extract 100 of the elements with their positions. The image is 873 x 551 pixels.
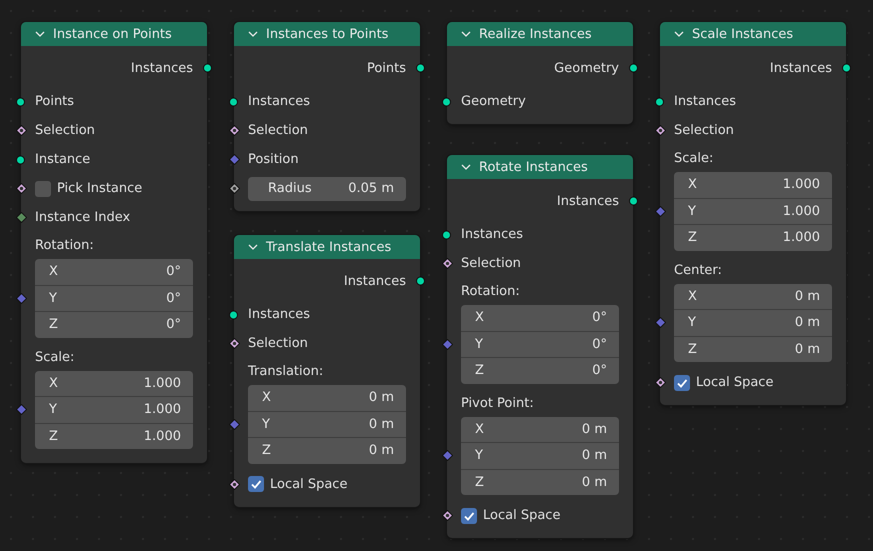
diamond-socket-icon[interactable] (16, 212, 26, 223)
diamond-socket-icon[interactable] (442, 338, 452, 350)
number-field[interactable]: Z 0° (461, 358, 619, 384)
diamond-socket-icon[interactable] (16, 125, 26, 136)
node-header[interactable]: Instances to Points (234, 22, 420, 46)
checkbox-label: Local Space (270, 476, 348, 492)
diamond-socket-icon[interactable] (228, 183, 240, 194)
diamond-socket-icon[interactable] (654, 206, 666, 217)
diamond-socket-icon[interactable] (442, 258, 452, 269)
number-field[interactable]: Y 0° (35, 286, 193, 311)
number-field[interactable]: Y 0 m (461, 443, 619, 468)
socket-label: Instances (248, 307, 310, 322)
diamond-socket-icon[interactable] (228, 478, 240, 490)
number-field[interactable]: Y 1.000 (35, 397, 193, 422)
socket-label: Instances (461, 227, 524, 242)
circle-socket-icon[interactable] (842, 64, 851, 72)
number-field[interactable]: Y 1.000 (674, 198, 832, 224)
chevron-down-icon[interactable] (248, 244, 258, 250)
node-header[interactable]: Scale Instances (660, 22, 846, 46)
chevron-down-icon[interactable] (248, 31, 258, 37)
checkbox-label: Local Space (696, 375, 774, 390)
diamond-socket-icon[interactable] (442, 510, 452, 521)
radius-field[interactable]: Radius 0.05 m (248, 176, 406, 200)
diamond-socket-icon[interactable] (442, 450, 452, 462)
node-header[interactable]: Realize Instances (447, 22, 633, 46)
number-field[interactable]: Z 1.000 (35, 424, 193, 449)
diamond-socket-icon[interactable] (16, 404, 26, 416)
socket-label: Selection (248, 336, 308, 351)
diamond-socket-icon[interactable] (654, 317, 666, 328)
circle-socket-icon[interactable] (16, 155, 25, 164)
circle-socket-icon[interactable] (16, 97, 25, 106)
number-field[interactable]: Z 0° (35, 312, 193, 338)
vector-label: Center: (674, 262, 723, 280)
vector-label: Translation: (248, 363, 324, 381)
circle-socket-icon[interactable] (442, 230, 451, 239)
socket-label: Geometry (554, 60, 619, 76)
circle-socket-icon[interactable] (229, 310, 238, 319)
diamond-socket-icon[interactable] (228, 125, 240, 136)
circle-socket-icon[interactable] (416, 276, 425, 286)
socket-label: Instances (674, 94, 736, 109)
circle-socket-icon[interactable] (629, 196, 638, 206)
node-header[interactable]: Rotate Instances (447, 155, 633, 179)
diamond-socket-icon[interactable] (228, 338, 240, 349)
node-header[interactable]: Instance on Points (21, 22, 207, 46)
diamond-socket-icon[interactable] (654, 125, 666, 136)
socket-label: Selection (461, 256, 521, 271)
number-field[interactable]: X 0° (461, 305, 619, 330)
socket-label: Instances (770, 60, 832, 76)
checkbox-label: Pick Instance (57, 181, 142, 196)
socket-label: Selection (248, 123, 308, 138)
vector-label: Rotation: (461, 283, 521, 301)
node-title: Realize Instances (479, 26, 592, 42)
node-title: Instance on Points (53, 26, 172, 42)
circle-socket-icon[interactable] (629, 64, 638, 72)
number-field[interactable]: X 1.000 (674, 172, 832, 198)
diamond-socket-icon[interactable] (16, 183, 26, 194)
number-field[interactable]: Y 0° (461, 332, 619, 357)
node-header[interactable]: Translate Instances (234, 235, 420, 259)
checkbox[interactable] (248, 476, 264, 492)
node-title: Instances to Points (266, 26, 388, 42)
number-field[interactable]: Y 0 m (674, 310, 832, 336)
number-field[interactable]: X 0 m (248, 385, 406, 410)
circle-socket-icon[interactable] (203, 64, 212, 72)
node-title: Rotate Instances (479, 160, 588, 174)
circle-socket-icon[interactable] (442, 97, 451, 106)
number-field[interactable]: X 0 m (461, 416, 619, 442)
vector-label: Pivot Point: (461, 394, 535, 412)
checkbox[interactable] (35, 180, 51, 196)
diamond-socket-icon[interactable] (654, 377, 666, 388)
number-field[interactable]: X 0° (35, 259, 193, 284)
chevron-down-icon[interactable] (35, 31, 45, 37)
checkbox[interactable] (674, 374, 690, 390)
number-field[interactable]: Z 0 m (674, 336, 832, 362)
vector-label: Scale: (674, 150, 714, 168)
number-field[interactable]: X 0 m (674, 284, 832, 309)
diamond-socket-icon[interactable] (16, 292, 26, 304)
socket-label: Points (35, 94, 74, 109)
checkbox[interactable] (461, 508, 477, 524)
chevron-down-icon[interactable] (461, 164, 471, 170)
number-field[interactable]: Y 0 m (248, 412, 406, 437)
chevron-down-icon[interactable] (674, 31, 684, 37)
number-field[interactable]: Z 0 m (461, 470, 619, 495)
socket-label: Selection (35, 123, 95, 138)
number-field[interactable]: Z 0 m (248, 438, 406, 464)
socket-label: Instances (344, 274, 406, 288)
circle-socket-icon[interactable] (655, 97, 664, 106)
socket-label: Geometry (461, 94, 526, 109)
socket-label: Instances (556, 194, 619, 208)
number-field[interactable]: X 1.000 (35, 370, 193, 396)
number-field[interactable]: Z 1.000 (674, 225, 832, 250)
diamond-socket-icon[interactable] (228, 418, 240, 430)
node-title: Translate Instances (266, 240, 392, 254)
socket-label: Points (366, 60, 406, 76)
chevron-down-icon[interactable] (461, 31, 471, 37)
socket-label: Instance Index (35, 210, 130, 225)
checkbox-label: Local Space (483, 508, 560, 523)
socket-label: Instances (130, 60, 193, 76)
diamond-socket-icon[interactable] (228, 154, 240, 165)
circle-socket-icon[interactable] (416, 64, 425, 72)
circle-socket-icon[interactable] (229, 97, 238, 106)
